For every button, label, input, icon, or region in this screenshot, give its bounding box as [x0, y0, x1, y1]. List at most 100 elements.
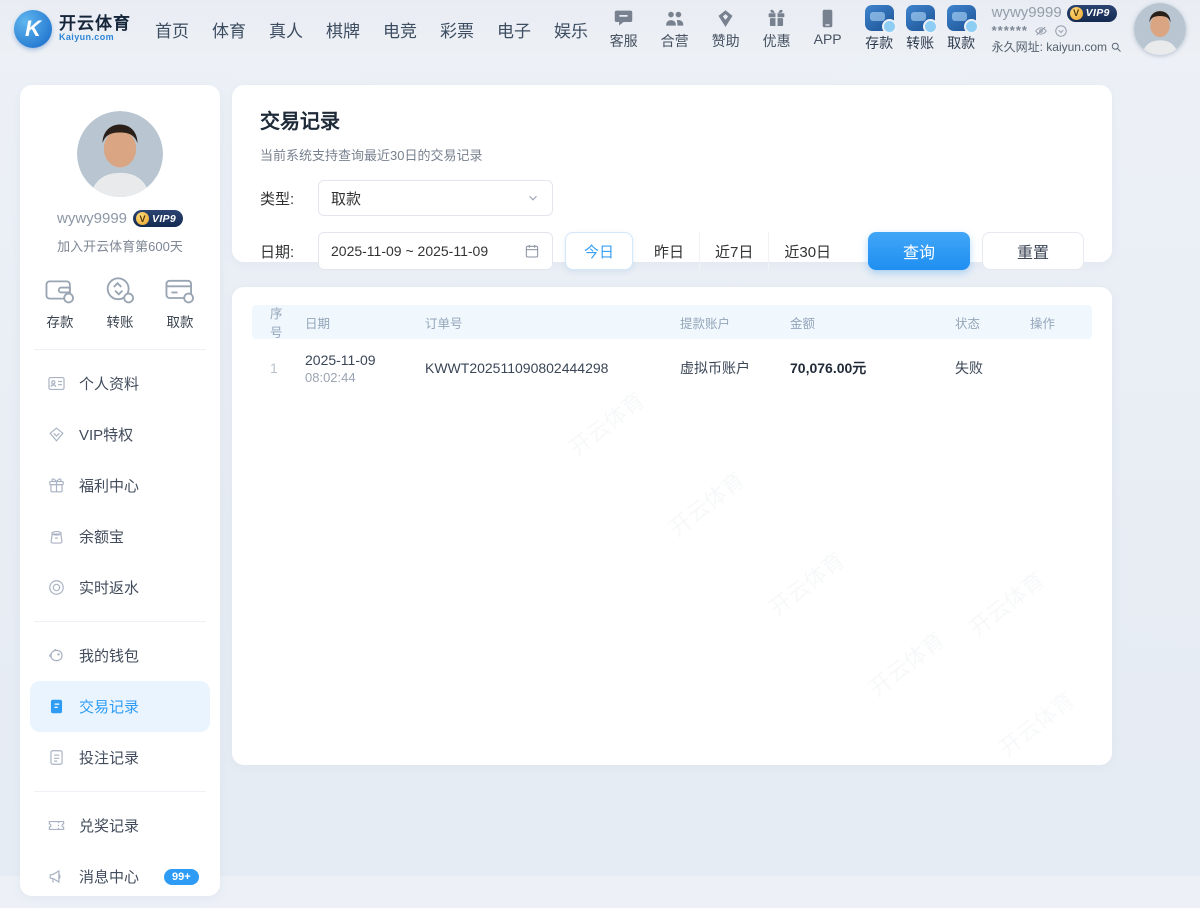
- logo-subtitle: Kaiyun.com: [59, 33, 131, 42]
- nav-link-home[interactable]: 首页: [155, 17, 189, 42]
- sidebar-vip-badge: V VIP9: [133, 210, 183, 227]
- col-date: 日期: [287, 313, 407, 332]
- transfer-shortcut[interactable]: 转账: [906, 5, 935, 53]
- sidebar-item-vip[interactable]: VIP特权: [20, 409, 220, 460]
- reset-button[interactable]: 重置: [982, 232, 1084, 270]
- profile-idcard-icon: [47, 374, 66, 393]
- type-select-value: 取款: [331, 188, 361, 209]
- date-range-input[interactable]: 2025-11-09 ~ 2025-11-09: [318, 232, 553, 270]
- col-status: 状态: [937, 313, 1012, 332]
- watermark: 开云体育: [861, 623, 950, 702]
- table-header-row: 序号 日期 订单号 提款账户 金额 状态 操作: [252, 305, 1092, 339]
- nav-link-chess[interactable]: 棋牌: [326, 17, 360, 42]
- sidebar-item-label: 个人资料: [79, 373, 139, 394]
- type-select[interactable]: 取款: [318, 180, 553, 216]
- sidebar-item-profile[interactable]: 个人资料: [20, 358, 220, 409]
- vip-diamond-icon: [47, 425, 66, 444]
- partners-button[interactable]: 合营: [658, 8, 692, 51]
- date-label: 日期:: [260, 241, 318, 262]
- query-button[interactable]: 查询: [868, 232, 970, 270]
- user-info-block: wywy9999 V VIP9 ****** 永久网址: kaiyun.com: [992, 4, 1122, 54]
- row-datetime: 2025-11-09 08:02:44: [287, 352, 407, 385]
- vip-badge: V VIP9: [1067, 5, 1117, 22]
- sidebar-avatar[interactable]: [77, 111, 163, 197]
- type-filter-row: 类型: 取款: [260, 180, 1084, 216]
- user-avatar[interactable]: [1134, 3, 1186, 55]
- masked-balance: ******: [992, 23, 1028, 39]
- rebate-target-icon: [47, 578, 66, 597]
- support-button[interactable]: 客服: [607, 8, 641, 51]
- sidebar-withdraw-button[interactable]: 取款: [164, 275, 196, 331]
- withdraw-shortcut[interactable]: 取款: [947, 5, 976, 53]
- sidebar-item-benefits[interactable]: 福利中心: [20, 460, 220, 511]
- deposit-tile-icon: [865, 5, 894, 31]
- sidebar-menu-group-2: 我的钱包 交易记录 投注记录: [20, 624, 220, 789]
- promo-gift-icon: [766, 8, 787, 29]
- sidebar-vip-emblem-icon: V: [136, 212, 149, 225]
- nav-link-slots[interactable]: 电子: [497, 17, 531, 42]
- support-label: 客服: [610, 31, 638, 51]
- calendar-icon: [524, 243, 540, 259]
- site-logo[interactable]: K 开云体育 Kaiyun.com: [14, 10, 131, 48]
- withdraw-shortcut-label: 取款: [947, 33, 975, 53]
- avatar-image: [1134, 3, 1186, 55]
- chevron-circle-icon[interactable]: [1054, 24, 1068, 38]
- sidebar-transfer-button[interactable]: 转账: [104, 275, 136, 331]
- watermark: 开云体育: [961, 563, 1050, 642]
- sidebar-item-label: 兑奖记录: [79, 815, 139, 836]
- logo-k-icon: K: [14, 10, 52, 48]
- username: wywy9999: [992, 4, 1062, 22]
- promotions-button[interactable]: 优惠: [760, 8, 794, 51]
- bets-document-icon: [47, 748, 66, 767]
- benefits-gift-icon: [47, 476, 66, 495]
- eye-off-icon[interactable]: [1034, 24, 1048, 38]
- watermark: 开云体育: [761, 543, 850, 622]
- sponsor-button[interactable]: 赞助: [709, 8, 743, 51]
- partners-icon: [664, 8, 685, 29]
- primary-nav: 首页 体育 真人 棋牌 电竞 彩票 电子 娱乐: [155, 17, 588, 42]
- sidebar-menu-group-3: 兑奖记录 消息中心 99+: [20, 794, 220, 908]
- sidebar-username: wywy9999: [57, 210, 127, 227]
- sponsor-gem-icon: [715, 8, 736, 29]
- deposit-wallet-icon: [44, 275, 76, 305]
- nav-link-sports[interactable]: 体育: [212, 17, 246, 42]
- utility-nav: 客服 合营 赞助 优惠 APP: [607, 8, 845, 51]
- sidebar-item-rebate[interactable]: 实时返水: [20, 562, 220, 613]
- search-icon[interactable]: [1110, 41, 1122, 53]
- transfer-shortcut-label: 转账: [906, 33, 934, 53]
- nav-link-live[interactable]: 真人: [269, 17, 303, 42]
- sidebar-item-bets[interactable]: 投注记录: [20, 732, 220, 783]
- sidebar-item-messages[interactable]: 消息中心 99+: [20, 851, 220, 902]
- quick-date-yesterday[interactable]: 昨日: [639, 232, 699, 270]
- deposit-shortcut[interactable]: 存款: [865, 5, 894, 53]
- nav-link-lottery[interactable]: 彩票: [440, 17, 474, 42]
- sidebar-profile: wywy9999 V VIP9 加入开云体育第600天: [20, 85, 220, 255]
- transactions-journal-icon: [47, 697, 66, 716]
- sidebar-item-transactions[interactable]: 交易记录: [30, 681, 210, 732]
- quick-date-options: 今日 昨日 近7日 近30日: [565, 232, 846, 270]
- type-label: 类型:: [260, 188, 318, 209]
- watermark: 开云体育: [991, 683, 1080, 762]
- nav-link-esports[interactable]: 电竞: [383, 17, 417, 42]
- sidebar-item-yuebao[interactable]: 余额宝: [20, 511, 220, 562]
- sidebar-item-redeem[interactable]: 兑奖记录: [20, 800, 220, 851]
- col-amount: 金额: [772, 313, 937, 332]
- sidebar-divider: [34, 621, 206, 622]
- nav-link-entertainment[interactable]: 娱乐: [554, 17, 588, 42]
- quick-date-7days[interactable]: 近7日: [699, 232, 768, 270]
- sidebar-deposit-label: 存款: [47, 311, 74, 331]
- sidebar-item-wallet[interactable]: 我的钱包: [20, 630, 220, 681]
- sidebar-deposit-button[interactable]: 存款: [44, 275, 76, 331]
- app-label: APP: [814, 31, 842, 47]
- sidebar-item-label: 余额宝: [79, 526, 124, 547]
- watermark: 开云体育: [661, 463, 750, 542]
- quick-date-today[interactable]: 今日: [565, 232, 633, 270]
- date-range-value: 2025-11-09 ~ 2025-11-09: [331, 243, 488, 259]
- membership-days: 加入开云体育第600天: [20, 236, 220, 255]
- quick-date-30days[interactable]: 近30日: [768, 232, 846, 270]
- app-download-button[interactable]: APP: [811, 8, 845, 51]
- message-megaphone-icon: [47, 867, 66, 886]
- col-account: 提款账户: [662, 313, 772, 332]
- transfer-icon: [104, 275, 136, 305]
- row-account: 虚拟币账户: [662, 358, 772, 378]
